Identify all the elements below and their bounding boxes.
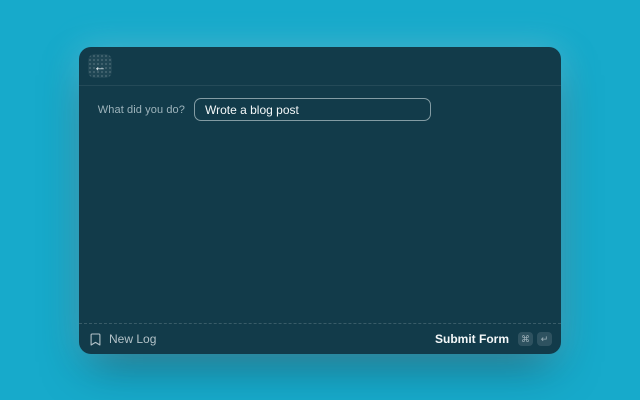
command-key-icon: ⌘ xyxy=(518,332,533,346)
form-window: ← What did you do? New Log Submit Form ⌘… xyxy=(79,47,561,354)
new-log-label: New Log xyxy=(109,332,156,346)
window-footer: New Log Submit Form ⌘ ↵ xyxy=(79,323,561,354)
form-row: What did you do? xyxy=(79,98,561,121)
form-body: What did you do? xyxy=(79,86,561,323)
back-arrow-icon: ← xyxy=(94,60,107,73)
bookmark-icon xyxy=(90,333,101,346)
window-header: ← xyxy=(79,47,561,86)
enter-key-icon: ↵ xyxy=(537,332,552,346)
submit-form-action[interactable]: Submit Form ⌘ ↵ xyxy=(435,332,552,346)
submit-form-label: Submit Form xyxy=(435,332,509,346)
back-button[interactable]: ← xyxy=(88,54,112,78)
answer-input[interactable] xyxy=(194,98,431,121)
field-label: What did you do? xyxy=(79,104,194,116)
new-log-action[interactable]: New Log xyxy=(90,332,156,346)
